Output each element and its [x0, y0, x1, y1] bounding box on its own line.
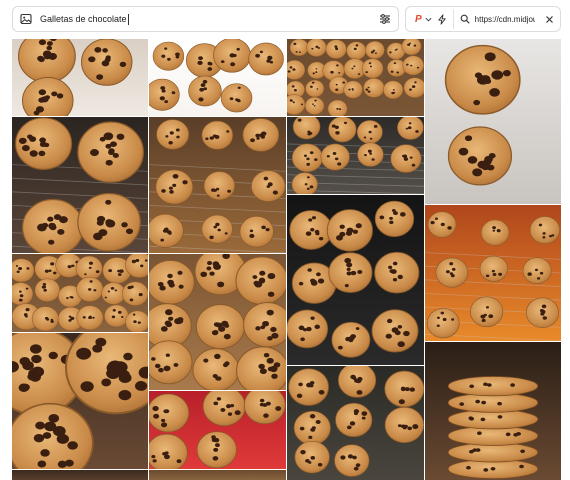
image-result[interactable]: [12, 333, 148, 469]
image-result[interactable]: [287, 195, 424, 365]
image-result[interactable]: [287, 366, 424, 480]
image-result[interactable]: [287, 39, 424, 116]
image-result[interactable]: [12, 39, 148, 116]
image-result[interactable]: [425, 342, 561, 480]
image-result[interactable]: [12, 470, 148, 480]
image-results-grid: [0, 0, 570, 480]
image-result[interactable]: [287, 117, 424, 194]
image-result[interactable]: [425, 205, 561, 341]
image-result[interactable]: [149, 254, 286, 390]
image-result[interactable]: [12, 254, 148, 332]
image-result[interactable]: [149, 117, 286, 253]
image-result[interactable]: [425, 39, 561, 204]
image-result[interactable]: [149, 391, 286, 469]
image-result[interactable]: [149, 39, 286, 116]
image-result[interactable]: [149, 470, 286, 480]
image-result[interactable]: [12, 117, 148, 253]
